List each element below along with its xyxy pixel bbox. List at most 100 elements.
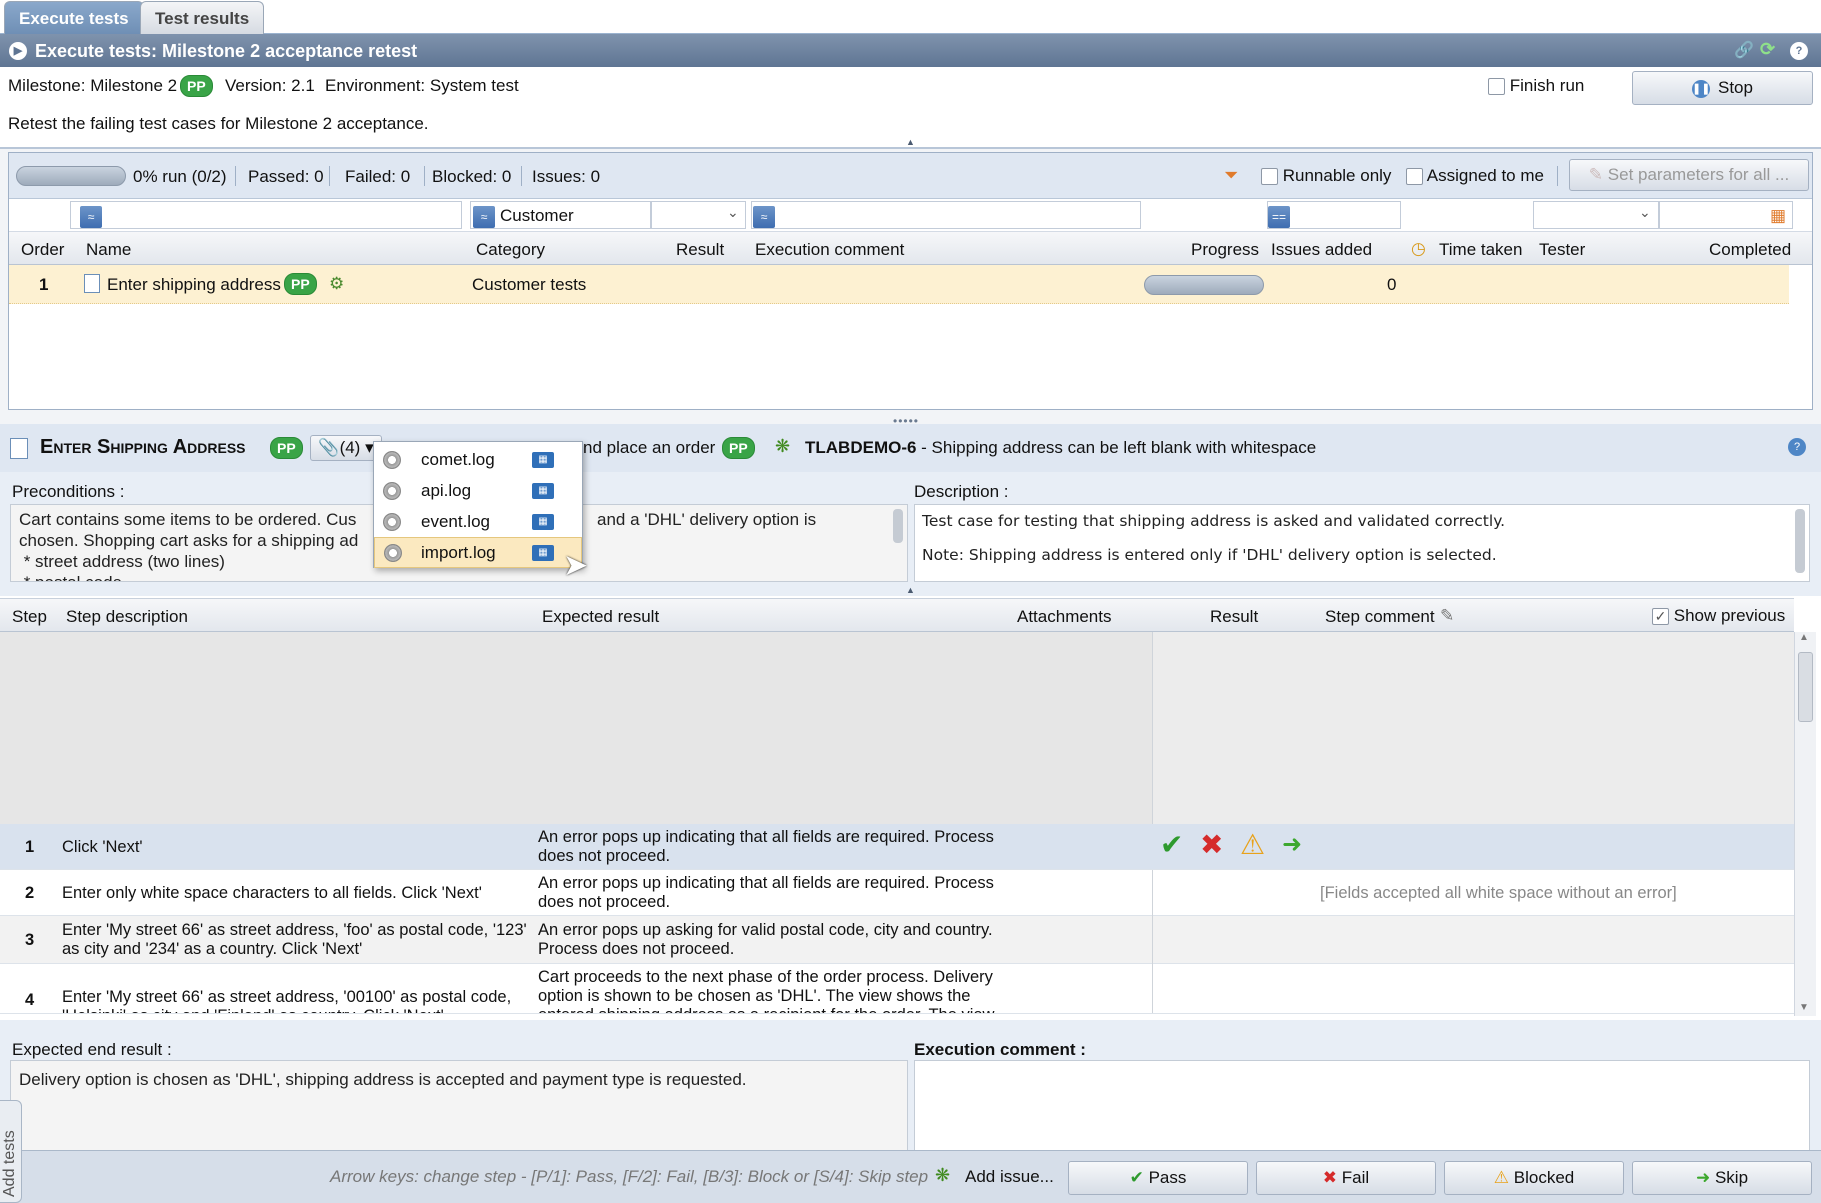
version-text: Version: 2.1: [225, 76, 315, 95]
col-execution-comment[interactable]: Execution comment: [755, 240, 904, 260]
filter-icon[interactable]: ≈: [80, 206, 102, 228]
tab-execute-tests[interactable]: Execute tests: [4, 1, 144, 34]
pass-step-icon[interactable]: ✔: [1160, 830, 1183, 860]
scrollbar-thumb[interactable]: [1798, 652, 1813, 722]
attachments-dropdown[interactable]: 📎(4) ▾: [310, 435, 382, 461]
comment-filter-input[interactable]: [751, 201, 1141, 229]
skip-step-icon[interactable]: ➜: [1282, 832, 1302, 858]
refresh-icon[interactable]: ⟳: [1760, 39, 1775, 60]
add-tests-side-tab[interactable]: Add tests: [0, 1100, 22, 1203]
step-row[interactable]: 1 Click 'Next' An error pops up indicati…: [0, 824, 1794, 870]
step-expected: An error pops up indicating that all fie…: [538, 828, 994, 865]
filter-icon[interactable]: ≈: [753, 206, 775, 228]
issue-link[interactable]: TLABDEMO-6 - Shipping address can be lef…: [805, 438, 1316, 458]
help-icon[interactable]: ?: [1788, 438, 1806, 456]
attachment-item-hover[interactable]: import.log ▦: [374, 537, 582, 568]
fail-step-icon[interactable]: ✖: [1200, 830, 1223, 860]
check-icon: ✔: [1129, 1168, 1144, 1187]
book-icon[interactable]: ▦: [532, 452, 554, 468]
step-number: 4: [25, 991, 35, 1009]
blocked-count: Blocked: 0: [432, 167, 512, 186]
footer-toolbar: Arrow keys: change step - [P/1]: Pass, […: [0, 1150, 1821, 1203]
filter-row: ≈ ≈ Customer ⌄ ≈ == ⌄ ▦: [9, 199, 1812, 232]
block-step-icon[interactable]: ⚠: [1240, 830, 1265, 860]
runnable-only-checkbox[interactable]: Runnable only: [1261, 166, 1391, 186]
attachment-item[interactable]: event.log ▦: [374, 506, 582, 537]
tab-test-results[interactable]: Test results: [140, 1, 265, 34]
col-step-description[interactable]: Step description: [66, 607, 188, 627]
help-icon[interactable]: ?: [1790, 42, 1808, 60]
flow-link[interactable]: nd place an order: [583, 438, 715, 458]
description-label: Description :: [914, 482, 1009, 501]
col-issues-added[interactable]: Issues added: [1271, 240, 1372, 260]
gear-icon: [383, 513, 401, 531]
link-icon[interactable]: 🔗: [1734, 40, 1754, 60]
attachment-item[interactable]: comet.log ▦: [374, 444, 582, 475]
issues-count: Issues: 0: [532, 167, 601, 186]
gear-icon: [384, 544, 402, 562]
row-order: 1: [39, 275, 49, 294]
attachment-item[interactable]: api.log ▦: [374, 475, 582, 506]
col-attachments[interactable]: Attachments: [1017, 607, 1112, 627]
stop-button[interactable]: ❚❚ Stop: [1632, 71, 1813, 105]
attachment-name: comet.log: [421, 450, 495, 469]
expected-end-result-text: Delivery option is chosen as 'DHL', ship…: [10, 1060, 908, 1156]
step-row[interactable]: 2 Enter only white space characters to a…: [0, 870, 1794, 916]
equals-filter-icon[interactable]: ==: [1268, 206, 1290, 228]
finish-run-checkbox[interactable]: Finish run: [1488, 76, 1584, 96]
show-previous-checkbox[interactable]: ✓ Show previous: [1652, 606, 1785, 626]
preconditions-line: * postal code: [19, 572, 122, 581]
table-row[interactable]: 1 Enter shipping address PP ⚙ Customer t…: [9, 265, 1789, 304]
set-parameters-button[interactable]: ✎ Set parameters for all ...: [1569, 159, 1809, 191]
col-step[interactable]: Step: [12, 607, 47, 627]
step-description: Enter only white space characters to all…: [62, 884, 482, 902]
collapse-icon[interactable]: ▶: [9, 42, 27, 60]
blocked-button[interactable]: ⚠ Blocked: [1444, 1161, 1624, 1195]
keyboard-hint: Arrow keys: change step - [P/1]: Pass, […: [330, 1167, 929, 1186]
scrollbar[interactable]: [893, 509, 903, 543]
col-time-taken[interactable]: Time taken: [1439, 240, 1522, 260]
name-filter-input[interactable]: [70, 201, 462, 229]
fail-button[interactable]: ✖ Fail: [1256, 1161, 1436, 1195]
pp-badge: PP: [270, 437, 303, 459]
filter-icon[interactable]: ≈: [473, 206, 495, 228]
step-comment[interactable]: [Fields accepted all white space without…: [1320, 884, 1677, 903]
add-issue-button[interactable]: Add issue...: [965, 1167, 1054, 1187]
edit-icon[interactable]: ✎: [1440, 606, 1454, 626]
pass-button[interactable]: ✔ Pass: [1068, 1161, 1248, 1195]
description-line: Note: Shipping address is entered only i…: [922, 546, 1497, 564]
col-result[interactable]: Result: [676, 240, 724, 260]
splitter[interactable]: •••••: [0, 412, 1821, 428]
skip-button[interactable]: ➜ Skip: [1632, 1161, 1812, 1195]
col-result[interactable]: Result: [1210, 607, 1258, 627]
grid-toolbar: 0% run (0/2) Passed: 0 Failed: 0 Blocked…: [9, 153, 1812, 199]
col-progress[interactable]: Progress: [1191, 240, 1259, 260]
steps-scrollbar[interactable]: ▲ ▼: [1794, 632, 1816, 1016]
skip-label: Skip: [1714, 1168, 1749, 1187]
assigned-to-me-label: Assigned to me: [1426, 166, 1544, 185]
col-step-comment[interactable]: Step comment: [1325, 607, 1435, 627]
preconditions-label: Preconditions :: [12, 482, 125, 501]
book-icon[interactable]: ▦: [532, 483, 554, 499]
col-order[interactable]: Order: [21, 240, 64, 260]
run-description: Retest the failing test cases for Milest…: [8, 114, 429, 133]
col-tester[interactable]: Tester: [1539, 240, 1585, 260]
col-expected-result[interactable]: Expected result: [542, 607, 659, 627]
step-row[interactable]: 4 Enter 'My street 66' as street address…: [0, 964, 1794, 1014]
step-description: Enter 'My street 66' as street address, …: [62, 921, 527, 958]
divider: [0, 147, 1821, 149]
col-completed[interactable]: Completed: [1709, 240, 1791, 260]
assigned-to-me-checkbox[interactable]: Assigned to me: [1406, 166, 1544, 186]
col-name[interactable]: Name: [86, 240, 131, 260]
step-row[interactable]: 3 Enter 'My street 66' as street address…: [0, 916, 1794, 964]
collapse-arrow-icon[interactable]: ▲: [906, 585, 915, 595]
scrollbar[interactable]: [1795, 509, 1805, 573]
clear-filter-icon[interactable]: ⏷: [1224, 165, 1238, 186]
collapse-arrow-icon[interactable]: ▲: [906, 137, 915, 147]
col-category[interactable]: Category: [476, 240, 545, 260]
row-name[interactable]: Enter shipping address: [107, 275, 281, 295]
book-icon[interactable]: ▦: [532, 514, 554, 530]
book-icon[interactable]: ▦: [532, 545, 554, 561]
execution-comment-input[interactable]: [914, 1060, 1810, 1156]
calendar-icon[interactable]: ▦: [1770, 206, 1786, 226]
